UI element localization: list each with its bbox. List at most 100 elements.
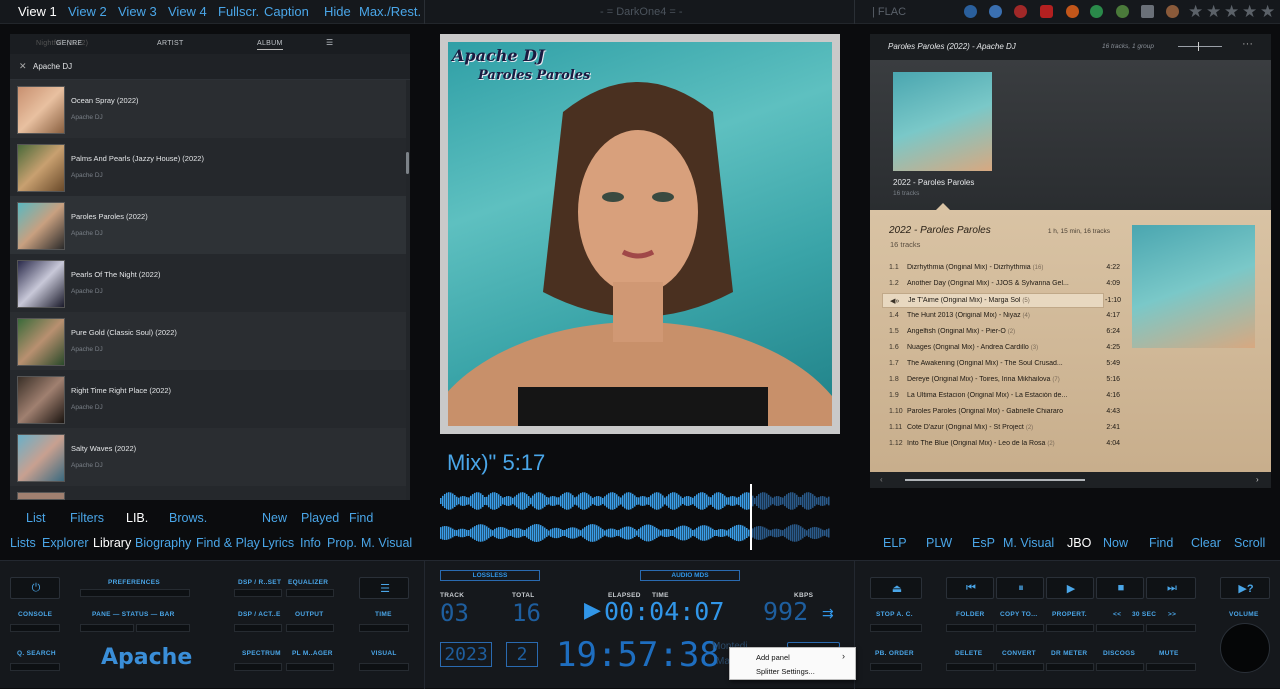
time-label[interactable]: TIME: [375, 611, 392, 618]
spotify-icon[interactable]: [1090, 5, 1103, 18]
dsp-active-label[interactable]: DSP / ACT..E: [238, 611, 281, 618]
tab-view-1[interactable]: View 1: [18, 4, 57, 19]
tab-scroll[interactable]: Scroll: [1234, 536, 1265, 550]
properties-label[interactable]: PROPERT.: [1052, 611, 1087, 618]
scroll-left-icon[interactable]: ‹: [880, 475, 883, 484]
repeat-mode-icon[interactable]: ⇉: [822, 605, 834, 622]
menu-item-add-panel[interactable]: Add panel: [756, 653, 790, 662]
list-item[interactable]: Pure Gold (Classic Soul) (2022) Apache D…: [10, 312, 406, 370]
console-label[interactable]: CONSOLE: [18, 611, 52, 618]
scrollbar-thumb[interactable]: [905, 479, 1085, 481]
menu-button[interactable]: ☰: [359, 577, 409, 599]
pause-button[interactable]: ⏸: [996, 577, 1044, 599]
output-label[interactable]: OUTPUT: [295, 611, 324, 618]
equalizer-label[interactable]: EQUALIZER: [288, 579, 328, 586]
caption-button[interactable]: Caption: [264, 4, 309, 19]
tab-esp[interactable]: EsP: [972, 536, 995, 550]
playlist-hscrollbar[interactable]: ‹ ›: [870, 472, 1271, 488]
zoom-slider-thumb[interactable]: [1198, 42, 1199, 51]
tab-genre[interactable]: GENRE: [56, 40, 82, 47]
spectrum-label[interactable]: SPECTRUM: [242, 650, 281, 657]
view-toggle-icon[interactable]: ☰: [326, 38, 333, 47]
table-row[interactable]: 1.1 Dizrhythmia (Original Mix) - Dizrhyth…: [882, 261, 1120, 276]
library-filter[interactable]: ✕ Apache DJ: [10, 54, 410, 80]
tab-lyrics[interactable]: Lyrics: [262, 536, 294, 550]
tab-find-right[interactable]: Find: [1149, 536, 1173, 550]
seek-back-label[interactable]: <<: [1113, 611, 1121, 618]
stop-after-current-label[interactable]: STOP A. C.: [876, 611, 913, 618]
dsp-reset-label[interactable]: DSP / R..SET: [238, 579, 281, 586]
previous-button[interactable]: ⏮: [946, 577, 994, 599]
link-icon[interactable]: [964, 5, 977, 18]
tab-view-2[interactable]: View 2: [68, 4, 107, 19]
table-row[interactable]: 1.6 Nuages (Original Mix) - Andrea Cardil…: [882, 341, 1120, 356]
discogs-icon[interactable]: [1116, 5, 1129, 18]
tab-new[interactable]: New: [262, 511, 287, 525]
list-item[interactable]: Salty Waves (2022) Apache DJ: [10, 428, 406, 486]
table-row[interactable]: 1.2 Another Day (Original Mix) - JJOS & S…: [882, 277, 1120, 292]
dr-meter-label[interactable]: DR METER: [1051, 650, 1087, 657]
list-item[interactable]: Pearls Of The Night (2022) Apache DJ: [10, 254, 406, 312]
rating-star-icon[interactable]: ★: [1260, 2, 1275, 22]
scroll-right-icon[interactable]: ›: [1256, 475, 1259, 484]
preferences-label[interactable]: PREFERENCES: [108, 579, 160, 586]
wikipedia-icon[interactable]: [1141, 5, 1154, 18]
tab-browse[interactable]: Brows.: [169, 511, 207, 525]
tab-filters[interactable]: Filters: [70, 511, 104, 525]
copy-to-label[interactable]: COPY TO...: [1000, 611, 1037, 618]
tab-now[interactable]: Now: [1103, 536, 1128, 550]
google-icon[interactable]: [989, 5, 1002, 18]
tab-lib[interactable]: LIB.: [126, 511, 148, 525]
tab-view-4[interactable]: View 4: [168, 4, 207, 19]
discogs-label[interactable]: DISCOGS: [1103, 650, 1135, 657]
group-art-thumbnail[interactable]: [893, 72, 992, 171]
zoom-slider[interactable]: [1178, 46, 1222, 47]
rating-star-icon[interactable]: ★: [1242, 2, 1257, 22]
tab-find[interactable]: Find: [349, 511, 373, 525]
volume-knob[interactable]: [1220, 623, 1270, 673]
tab-properties[interactable]: Prop.: [327, 536, 357, 550]
table-row[interactable]: ◀» Je T'Aime (Original Mix) - Marga Sol (…: [882, 293, 1121, 308]
tab-info[interactable]: Info: [300, 536, 321, 550]
table-row[interactable]: 1.5 Angelfish (Original Mix) - Pier-O (2)…: [882, 325, 1120, 340]
folder-label[interactable]: FOLDER: [956, 611, 985, 618]
list-item[interactable]: Ocean Spray (2022) Apache DJ: [10, 80, 406, 138]
hide-button[interactable]: Hide: [324, 4, 351, 19]
youtube-icon[interactable]: [1040, 5, 1053, 18]
library-scrollbar[interactable]: [406, 152, 409, 174]
tab-album[interactable]: ALBUM: [257, 40, 283, 50]
tab-lists[interactable]: Lists: [10, 536, 36, 550]
tab-view-3[interactable]: View 3: [118, 4, 157, 19]
table-row[interactable]: 1.4 The Hunt 2013 (Original Mix) - Niyaz …: [882, 309, 1120, 324]
waveform-seekbar[interactable]: [440, 484, 840, 550]
list-item[interactable]: Right Time Right Place (2022) Apache DJ: [10, 370, 406, 428]
table-row[interactable]: 1.10 Paroles Paroles (Original Mix) - Gab…: [882, 405, 1120, 420]
tab-artist[interactable]: ARTIST: [157, 40, 184, 47]
tab-jbo[interactable]: JBO: [1067, 536, 1091, 550]
pane-status-bar-label[interactable]: PANE — STATUS — BAR: [92, 611, 175, 618]
list-item[interactable]: Palms And Pearls (Jazzy House) (2022) Ap…: [10, 138, 406, 196]
next-button[interactable]: ⏭: [1146, 577, 1196, 599]
help-button[interactable]: ▶?: [1220, 577, 1270, 599]
quick-search-label[interactable]: Q. SEARCH: [17, 650, 56, 657]
power-button[interactable]: ⏻: [10, 577, 60, 599]
lastfm-icon[interactable]: [1014, 5, 1027, 18]
tab-find-play[interactable]: Find & Play: [196, 536, 260, 550]
tab-played[interactable]: Played: [301, 511, 339, 525]
table-row[interactable]: 1.11 Cote D'azur (Original Mix) - St Proj…: [882, 421, 1120, 436]
playlist-manager-label[interactable]: PL M..AGER: [292, 650, 333, 657]
tab-plw[interactable]: PLW: [926, 536, 952, 550]
delete-label[interactable]: DELETE: [955, 650, 982, 657]
max-restore-button[interactable]: Max./Rest.: [359, 4, 421, 19]
list-item[interactable]: [10, 486, 406, 500]
table-row[interactable]: 1.9 La Ultima Estacion (Original Mix) - L…: [882, 389, 1120, 404]
more-options-icon[interactable]: ···: [1242, 38, 1253, 50]
stop-after-current-button[interactable]: ⏏: [870, 577, 922, 599]
location-icon[interactable]: [1166, 5, 1179, 18]
table-row[interactable]: 1.12 Into The Blue (Original Mix) - Leo d…: [882, 437, 1120, 452]
table-row[interactable]: 1.8 Dereye (Original Mix) - Toires, Irina…: [882, 373, 1120, 388]
tab-elp[interactable]: ELP: [883, 536, 907, 550]
rating-star-icon[interactable]: ★: [1224, 2, 1239, 22]
play-button[interactable]: ▶: [1046, 577, 1094, 599]
tab-m-visual[interactable]: M. Visual: [361, 536, 412, 550]
